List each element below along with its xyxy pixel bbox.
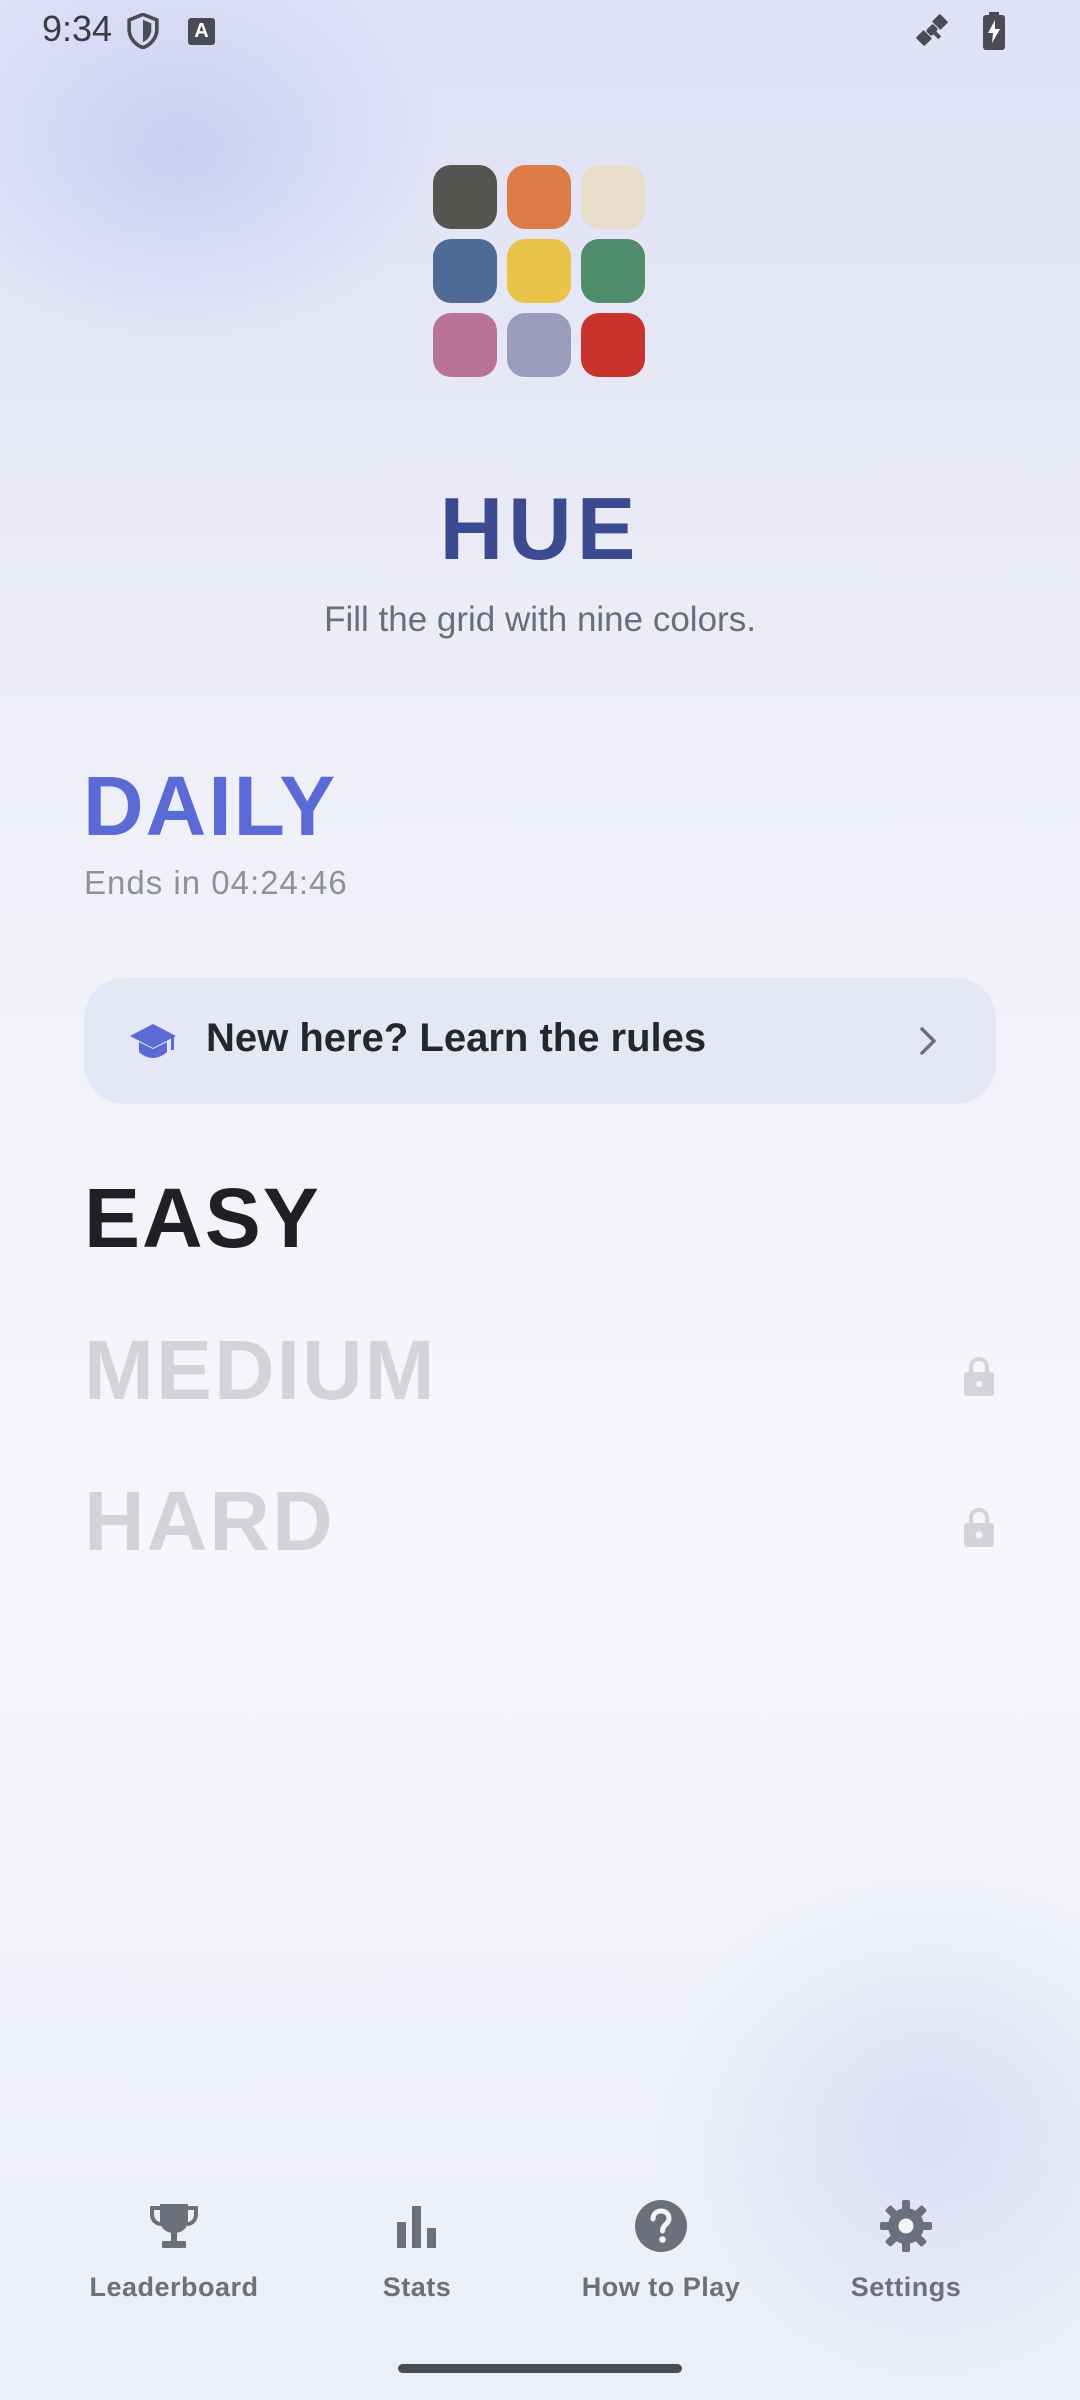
battery-charging-icon <box>983 12 1005 50</box>
gear-icon <box>880 2200 932 2252</box>
status-bar: 9:34 A <box>0 0 1080 62</box>
logo-color-cell <box>581 239 645 303</box>
logo-color-cell <box>433 165 497 229</box>
nav-settings[interactable]: Settings <box>786 2180 1026 2310</box>
logo-color-cell <box>433 313 497 377</box>
daily-timer: Ends in 04:24:46 <box>84 864 348 901</box>
satellite-icon <box>916 14 948 46</box>
graduation-cap-icon <box>130 1024 176 1058</box>
chevron-right-icon <box>920 1027 936 1055</box>
app-subtitle: Fill the grid with nine colors. <box>324 600 756 639</box>
logo-color-cell <box>581 313 645 377</box>
level-easy-label: EASY <box>84 1171 321 1265</box>
level-medium[interactable]: MEDIUM <box>84 1322 996 1432</box>
nav-stats[interactable]: Stats <box>297 2180 537 2310</box>
trophy-icon <box>150 2204 198 2248</box>
logo-color-cell <box>507 165 571 229</box>
app-title: HUE <box>439 479 641 578</box>
nav-settings-label: Settings <box>850 2272 962 2302</box>
help-circle-icon <box>635 2200 687 2252</box>
logo-color-cell <box>581 165 645 229</box>
level-easy[interactable]: EASY <box>84 1170 996 1280</box>
learn-rules-label: New here? Learn the rules <box>206 1016 707 1060</box>
shield-icon <box>127 13 159 49</box>
level-medium-label: MEDIUM <box>84 1323 437 1417</box>
status-time: 9:34 <box>42 8 113 49</box>
logo-color-cell <box>507 313 571 377</box>
nav-how-to-play-label: How to Play <box>581 2272 741 2302</box>
keyboard-a-icon: A <box>188 18 215 45</box>
daily-button[interactable]: DAILY <box>83 758 337 855</box>
nav-leaderboard-label: Leaderboard <box>89 2272 259 2302</box>
nav-how-to-play[interactable]: How to Play <box>541 2180 781 2310</box>
logo-color-cell <box>507 239 571 303</box>
bar-chart-icon <box>397 2206 436 2248</box>
logo-color-grid <box>433 165 647 379</box>
home-indicator[interactable] <box>398 2364 682 2373</box>
logo-color-cell <box>433 239 497 303</box>
level-hard[interactable]: HARD <box>84 1473 996 1583</box>
nav-stats-label: Stats <box>382 2272 452 2302</box>
lock-icon <box>964 1507 994 1547</box>
bottom-navigation: Leaderboard Stats How to Play Settings <box>0 2180 1080 2320</box>
nav-leaderboard[interactable]: Leaderboard <box>54 2180 294 2310</box>
level-hard-label: HARD <box>84 1474 335 1568</box>
lock-icon <box>964 1356 994 1396</box>
learn-rules-banner[interactable]: New here? Learn the rules <box>84 978 996 1104</box>
